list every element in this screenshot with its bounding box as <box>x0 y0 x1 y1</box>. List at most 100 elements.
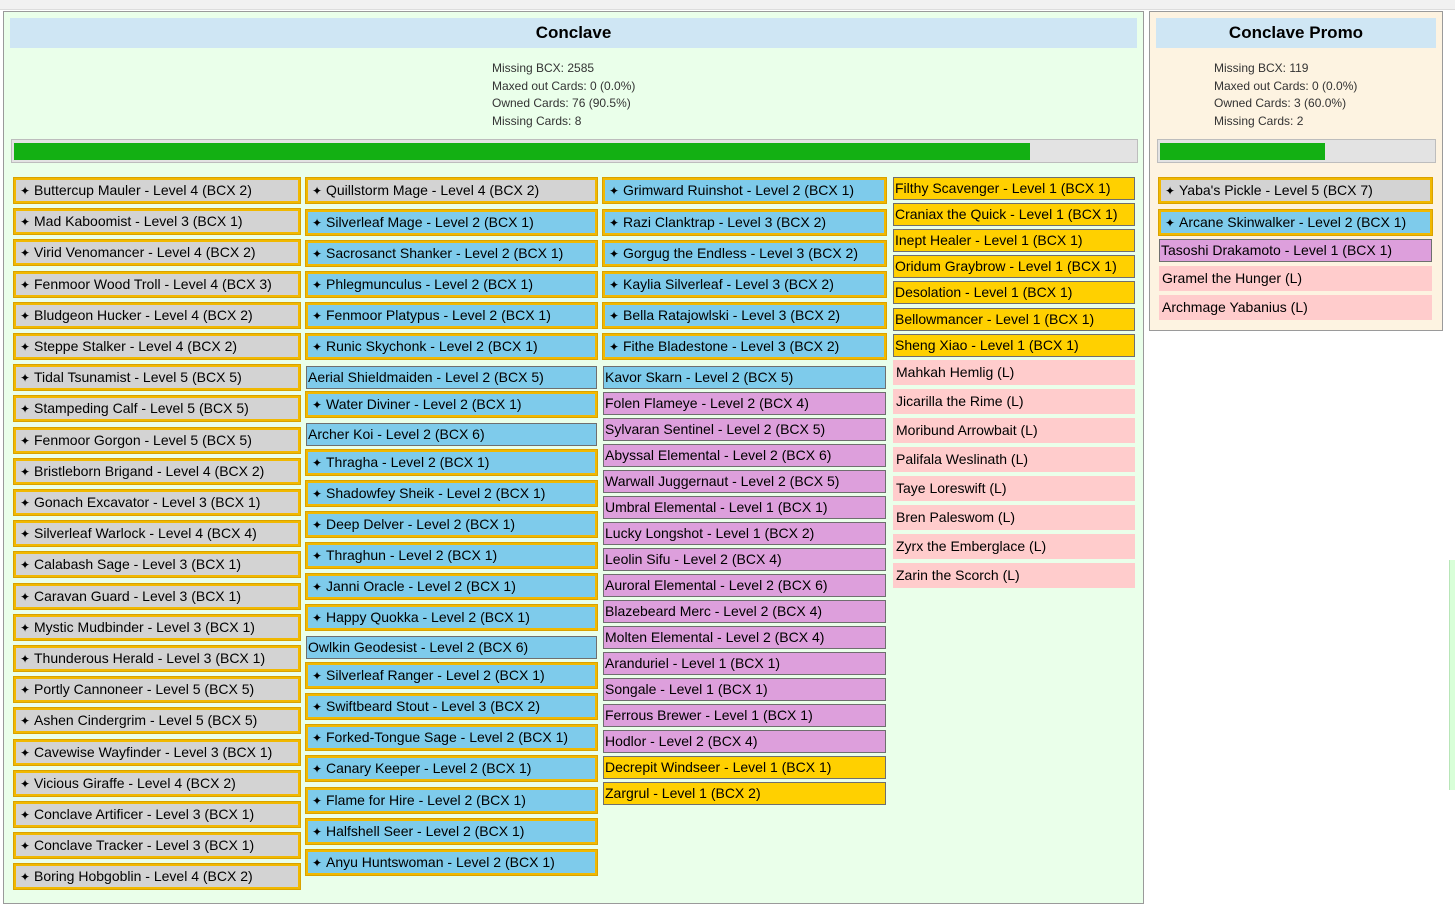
card-item[interactable]: Blazebeard Merc - Level 2 (BCX 4) <box>603 600 886 623</box>
card-item[interactable]: ✦ Mystic Mudbinder - Level 3 (BCX 1) <box>14 615 300 640</box>
card-item[interactable]: ✦ Gorgug the Endless - Level 3 (BCX 2) <box>603 241 886 266</box>
card-item[interactable]: Owlkin Geodesist - Level 2 (BCX 6) <box>306 636 597 659</box>
card-item[interactable]: ✦ Silverleaf Ranger - Level 2 (BCX 1) <box>306 663 597 688</box>
card-item[interactable]: ✦ Thraghun - Level 2 (BCX 1) <box>306 543 597 568</box>
card-item[interactable]: ✦ Calabash Sage - Level 3 (BCX 1) <box>14 552 300 577</box>
card-item[interactable]: ✦ Fithe Bladestone - Level 3 (BCX 2) <box>603 334 886 359</box>
card-item[interactable]: ✦ Buttercup Mauler - Level 4 (BCX 2) <box>14 178 300 203</box>
card-item[interactable]: Ferrous Brewer - Level 1 (BCX 1) <box>603 704 886 727</box>
card-item[interactable]: Tasoshi Drakamoto - Level 1 (BCX 1) <box>1159 239 1432 262</box>
card-item[interactable]: Archer Koi - Level 2 (BCX 6) <box>306 423 597 446</box>
card-item[interactable]: ✦ Shadowfey Sheik - Level 2 (BCX 1) <box>306 481 597 506</box>
card-item[interactable]: ✦ Steppe Stalker - Level 4 (BCX 2) <box>14 334 300 359</box>
card-label: Caravan Guard - Level 3 (BCX 1) <box>34 588 241 604</box>
card-item[interactable]: ✦ Mad Kaboomist - Level 3 (BCX 1) <box>14 209 300 234</box>
card-item[interactable]: ✦ Janni Oracle - Level 2 (BCX 1) <box>306 574 597 599</box>
card-item[interactable]: Bren Paleswom (L) <box>893 505 1135 530</box>
card-item[interactable]: ✦ Cavewise Wayfinder - Level 3 (BCX 1) <box>14 740 300 765</box>
card-item[interactable]: Zargrul - Level 1 (BCX 2) <box>603 782 886 805</box>
card-item[interactable]: ✦ Halfshell Seer - Level 2 (BCX 1) <box>306 819 597 844</box>
card-label: Bella Ratajowlski - Level 3 (BCX 2) <box>623 307 841 323</box>
card-item[interactable]: Lucky Longshot - Level 1 (BCX 2) <box>603 522 886 545</box>
star-icon: ✦ <box>312 456 323 470</box>
card-item[interactable]: ✦ Forked-Tongue Sage - Level 2 (BCX 1) <box>306 725 597 750</box>
card-item[interactable]: ✦ Caravan Guard - Level 3 (BCX 1) <box>14 584 300 609</box>
page-scrollbar[interactable] <box>1449 560 1455 790</box>
card-item[interactable]: ✦ Canary Keeper - Level 2 (BCX 1) <box>306 756 597 781</box>
card-item[interactable]: Oridum Graybrow - Level 1 (BCX 1) <box>893 255 1135 278</box>
card-item[interactable]: ✦ Fenmoor Wood Troll - Level 4 (BCX 3) <box>14 272 300 297</box>
card-item[interactable]: Desolation - Level 1 (BCX 1) <box>893 281 1135 304</box>
card-item[interactable]: ✦ Tidal Tsunamist - Level 5 (BCX 5) <box>14 365 300 390</box>
card-item[interactable]: ✦ Conclave Tracker - Level 3 (BCX 1) <box>14 833 300 858</box>
card-item[interactable]: Kavor Skarn - Level 2 (BCX 5) <box>603 366 886 389</box>
card-item[interactable]: Sylvaran Sentinel - Level 2 (BCX 5) <box>603 418 886 441</box>
star-icon: ✦ <box>312 398 323 412</box>
card-item[interactable]: Auroral Elemental - Level 2 (BCX 6) <box>603 574 886 597</box>
card-item[interactable]: ✦ Thragha - Level 2 (BCX 1) <box>306 450 597 475</box>
card-item[interactable]: ✦ Thunderous Herald - Level 3 (BCX 1) <box>14 646 300 671</box>
card-item[interactable]: ✦ Flame for Hire - Level 2 (BCX 1) <box>306 788 597 813</box>
card-item[interactable]: ✦ Water Diviner - Level 2 (BCX 1) <box>306 392 597 417</box>
star-icon: ✦ <box>20 465 31 479</box>
card-item[interactable]: ✦ Swiftbeard Stout - Level 3 (BCX 2) <box>306 694 597 719</box>
card-item[interactable]: Archmage Yabanius (L) <box>1159 295 1432 320</box>
card-item[interactable]: Sheng Xiao - Level 1 (BCX 1) <box>893 334 1135 357</box>
card-item[interactable]: ✦ Deep Delver - Level 2 (BCX 1) <box>306 512 597 537</box>
card-item[interactable]: Gramel the Hunger (L) <box>1159 266 1432 291</box>
card-item[interactable]: Decrepit Windseer - Level 1 (BCX 1) <box>603 756 886 779</box>
card-item[interactable]: Umbral Elemental - Level 1 (BCX 1) <box>603 496 886 519</box>
card-item[interactable]: ✦ Fenmoor Platypus - Level 2 (BCX 1) <box>306 303 597 328</box>
card-item[interactable]: Folen Flameye - Level 2 (BCX 4) <box>603 392 886 415</box>
card-item[interactable]: ✦ Runic Skychonk - Level 2 (BCX 1) <box>306 334 597 359</box>
card-item[interactable]: Abyssal Elemental - Level 2 (BCX 6) <box>603 444 886 467</box>
card-item[interactable]: Inept Healer - Level 1 (BCX 1) <box>893 229 1135 252</box>
card-item[interactable]: ✦ Silverleaf Mage - Level 2 (BCX 1) <box>306 210 597 235</box>
card-item[interactable]: ✦ Boring Hobgoblin - Level 4 (BCX 2) <box>14 864 300 889</box>
card-item[interactable]: Songale - Level 1 (BCX 1) <box>603 678 886 701</box>
card-item[interactable]: ✦ Vicious Giraffe - Level 4 (BCX 2) <box>14 771 300 796</box>
card-item[interactable]: ✦ Phlegmunculus - Level 2 (BCX 1) <box>306 272 597 297</box>
card-item[interactable]: Taye Loreswift (L) <box>893 476 1135 501</box>
card-item[interactable]: ✦ Bristleborn Brigand - Level 4 (BCX 2) <box>14 459 300 484</box>
card-item[interactable]: ✦ Sacrosanct Shanker - Level 2 (BCX 1) <box>306 241 597 266</box>
card-label: Happy Quokka - Level 2 (BCX 1) <box>326 609 530 625</box>
card-item[interactable]: Leolin Sifu - Level 2 (BCX 4) <box>603 548 886 571</box>
card-item[interactable]: Moribund Arrowbait (L) <box>893 418 1135 443</box>
card-item[interactable]: ✦ Virid Venomancer - Level 4 (BCX 2) <box>14 240 300 265</box>
card-label: Gramel the Hunger (L) <box>1162 270 1303 286</box>
card-item[interactable]: Aerial Shieldmaiden - Level 2 (BCX 5) <box>306 366 597 389</box>
card-label: Yaba's Pickle - Level 5 (BCX 7) <box>1179 182 1373 198</box>
card-item[interactable]: ✦ Gonach Excavator - Level 3 (BCX 1) <box>14 490 300 515</box>
card-item[interactable]: ✦ Bella Ratajowlski - Level 3 (BCX 2) <box>603 303 886 328</box>
card-label: Fithe Bladestone - Level 3 (BCX 2) <box>623 338 840 354</box>
card-item[interactable]: ✦ Grimward Ruinshot - Level 2 (BCX 1) <box>603 178 886 203</box>
card-item[interactable]: ✦ Yaba's Pickle - Level 5 (BCX 7) <box>1159 178 1432 203</box>
card-item[interactable]: ✦ Anyu Huntswoman - Level 2 (BCX 1) <box>306 850 597 875</box>
card-item[interactable]: Aranduriel - Level 1 (BCX 1) <box>603 652 886 675</box>
card-item[interactable]: Jicarilla the Rime (L) <box>893 389 1135 414</box>
card-item[interactable]: Filthy Scavenger - Level 1 (BCX 1) <box>893 177 1135 200</box>
card-item[interactable]: ✦ Kaylia Silverleaf - Level 3 (BCX 2) <box>603 272 886 297</box>
card-item[interactable]: Zarin the Scorch (L) <box>893 563 1135 588</box>
card-item[interactable]: ✦ Bludgeon Hucker - Level 4 (BCX 2) <box>14 303 300 328</box>
card-item[interactable]: ✦ Portly Cannoneer - Level 5 (BCX 5) <box>14 677 300 702</box>
card-item[interactable]: Zyrx the Emberglace (L) <box>893 534 1135 559</box>
card-item[interactable]: ✦ Happy Quokka - Level 2 (BCX 1) <box>306 605 597 630</box>
card-item[interactable]: ✦ Quillstorm Mage - Level 4 (BCX 2) <box>306 178 597 203</box>
card-item[interactable]: Bellowmancer - Level 1 (BCX 1) <box>893 308 1135 331</box>
card-item[interactable]: ✦ Fenmoor Gorgon - Level 5 (BCX 5) <box>14 428 300 453</box>
card-label: Sheng Xiao - Level 1 (BCX 1) <box>895 337 1079 353</box>
card-item[interactable]: Molten Elemental - Level 2 (BCX 4) <box>603 626 886 649</box>
card-item[interactable]: Mahkah Hemlig (L) <box>893 360 1135 385</box>
card-item[interactable]: ✦ Ashen Cindergrim - Level 5 (BCX 5) <box>14 708 300 733</box>
card-item[interactable]: ✦ Conclave Artificer - Level 3 (BCX 1) <box>14 802 300 827</box>
card-item[interactable]: ✦ Razi Clanktrap - Level 3 (BCX 2) <box>603 210 886 235</box>
card-item[interactable]: ✦ Silverleaf Warlock - Level 4 (BCX 4) <box>14 521 300 546</box>
card-item[interactable]: Warwall Juggernaut - Level 2 (BCX 5) <box>603 470 886 493</box>
card-item[interactable]: ✦ Stampeding Calf - Level 5 (BCX 5) <box>14 396 300 421</box>
card-item[interactable]: ✦ Arcane Skinwalker - Level 2 (BCX 1) <box>1159 210 1432 235</box>
card-item[interactable]: Craniax the Quick - Level 1 (BCX 1) <box>893 203 1135 226</box>
card-item[interactable]: Hodlor - Level 2 (BCX 4) <box>603 730 886 753</box>
card-item[interactable]: Palifala Weslinath (L) <box>893 447 1135 472</box>
